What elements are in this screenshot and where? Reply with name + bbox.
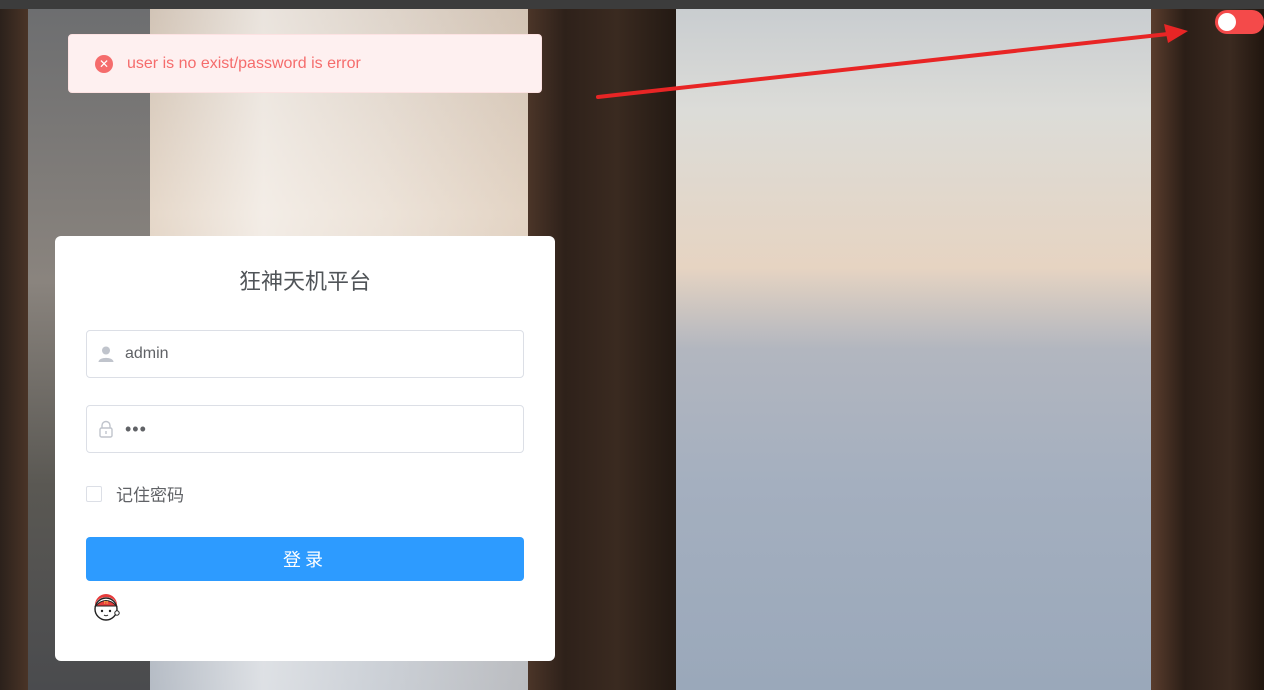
top-bar [0,0,1264,9]
error-alert: ✕ user is no exist/password is error [68,34,542,93]
username-field[interactable]: admin [86,330,524,378]
username-value: admin [125,345,169,362]
login-card: 狂神天机平台 admin ••• 记住密码 登录 m [55,236,555,661]
theme-toggle-switch[interactable] [1215,10,1264,34]
user-icon [87,331,125,377]
remember-label: 记住密码 [116,486,184,506]
password-field[interactable]: ••• [86,405,524,453]
mascot-icon: m [94,594,120,621]
remember-checkbox[interactable] [86,485,102,502]
toggle-knob [1218,13,1236,31]
alert-message: user is no exist/password is error [127,54,361,72]
page-title: 狂神天机平台 [238,270,371,295]
svg-text:m: m [104,600,109,606]
login-button[interactable]: 登录 [86,537,524,581]
error-circle-icon: ✕ [95,54,113,73]
remember-password[interactable]: 记住密码 [86,481,184,506]
lock-icon [87,406,125,452]
login-page: ✕ user is no exist/password is error 狂神天… [0,0,1264,690]
password-value: ••• [125,418,147,439]
